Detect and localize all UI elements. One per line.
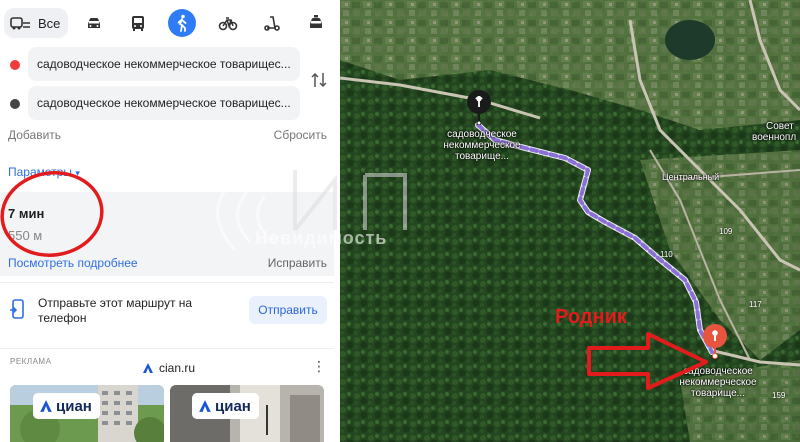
- add-point-link[interactable]: Добавить: [8, 128, 61, 142]
- ad-block: РЕКЛАМА cian.ru ⋮ циан циан: [0, 348, 334, 442]
- mode-bus-button[interactable]: [120, 8, 156, 38]
- scooter-icon: [264, 16, 281, 31]
- start-point-label: садоводческое некоммерческое товарище...: [443, 129, 521, 162]
- route-distance: 550 м: [8, 228, 43, 243]
- pedestrian-icon: [178, 14, 187, 32]
- app-root: Все садоводческое некоммерческое товарищ…: [0, 0, 800, 442]
- place-label-sovet: Совет: [766, 121, 794, 132]
- taxi-icon: [310, 15, 323, 28]
- ad-brand[interactable]: cian.ru: [142, 361, 195, 375]
- ad-more-menu-icon[interactable]: ⋮: [312, 359, 326, 373]
- route-to-dot: [10, 99, 20, 109]
- map-view[interactable]: садоводческое некоммерческое товарище...…: [340, 0, 800, 442]
- road-number-159: 159: [772, 391, 786, 400]
- transport-mode-bar: Все: [4, 8, 334, 38]
- bicycle-icon: [219, 17, 238, 31]
- road-number-117: 117: [749, 300, 762, 309]
- phone-icon: [10, 299, 24, 319]
- all-transport-icon: [10, 17, 30, 30]
- watermark-text: Невидимость: [255, 228, 388, 248]
- send-to-phone-text: Отправьте этот маршрут на телефон: [38, 296, 193, 325]
- ad-card-1[interactable]: циан: [10, 385, 164, 442]
- ad-label: РЕКЛАМА: [10, 357, 52, 366]
- send-to-phone-block: Отправьте этот маршрут на телефон Отправ…: [0, 282, 334, 338]
- mode-all-button[interactable]: Все: [4, 8, 69, 38]
- mode-pedestrian-button[interactable]: [168, 9, 197, 37]
- send-button[interactable]: Отправить: [249, 296, 327, 324]
- place-label-centralny: Центральный: [662, 172, 720, 182]
- road-number-110: 110: [660, 250, 673, 259]
- place-label-voennopl: военнопл: [752, 132, 797, 143]
- ad-card-2-badge: циан: [192, 393, 259, 419]
- ad-card-2[interactable]: циан: [170, 385, 324, 442]
- start-pin-icon[interactable]: [465, 89, 493, 125]
- route-to-field[interactable]: садоводческое некоммерческое товарищес..…: [28, 86, 300, 120]
- car-icon: [88, 18, 101, 28]
- mode-car-button[interactable]: [76, 8, 112, 38]
- mode-scooter-button[interactable]: [254, 8, 290, 38]
- swap-route-icon[interactable]: [310, 70, 328, 90]
- bus-icon: [132, 16, 145, 31]
- params-link[interactable]: Параметры ▾: [8, 165, 80, 179]
- mode-all-label: Все: [38, 15, 61, 31]
- params-label: Параметры: [8, 165, 72, 179]
- route-panel: Все садоводческое некоммерческое товарищ…: [0, 0, 340, 442]
- ad-card-1-badge-text: циан: [56, 397, 92, 415]
- fix-link[interactable]: Исправить: [268, 256, 327, 270]
- details-link[interactable]: Посмотреть подробнее: [8, 256, 138, 270]
- road-number-109: 109: [719, 227, 733, 236]
- route-from-row: садоводческое некоммерческое товарищес..…: [0, 47, 340, 83]
- chevron-down-icon: ▾: [75, 168, 80, 178]
- route-from-dot: [10, 60, 20, 70]
- ad-card-1-badge: циан: [33, 393, 100, 419]
- cian-logo-icon: [40, 400, 52, 412]
- reset-link[interactable]: Сбросить: [274, 128, 327, 142]
- mode-taxi-button[interactable]: [298, 8, 334, 38]
- cian-logo-icon: [199, 400, 211, 412]
- route-from-field[interactable]: садоводческое некоммерческое товарищес..…: [28, 47, 300, 81]
- cian-logo-icon: [143, 363, 153, 373]
- route-to-row: садоводческое некоммерческое товарищес..…: [0, 86, 340, 122]
- mode-bicycle-button[interactable]: [210, 8, 246, 38]
- spring-annotation-label: Родник: [555, 306, 627, 328]
- ad-brand-name: cian.ru: [159, 361, 196, 375]
- red-arrow-annotation: [587, 332, 708, 390]
- ad-card-2-badge-text: циан: [215, 397, 251, 415]
- route-time: 7 мин: [8, 206, 45, 221]
